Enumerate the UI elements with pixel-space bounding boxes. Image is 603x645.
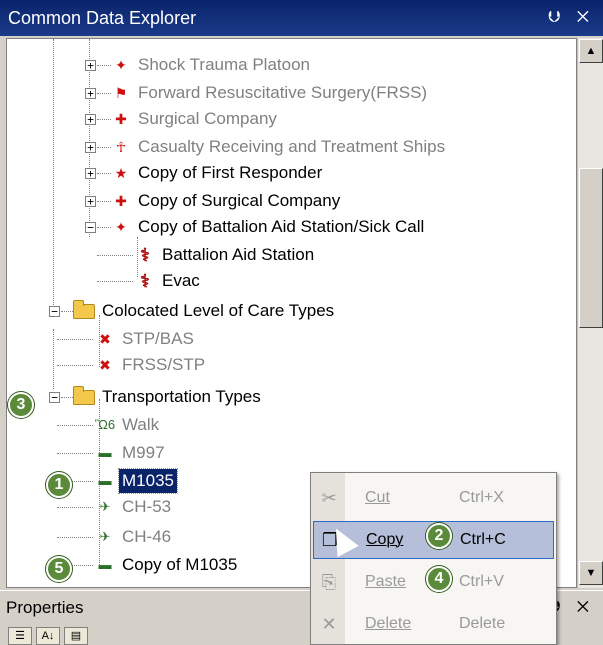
tree-node-label: Copy of Surgical Company: [138, 191, 341, 210]
helicopter-icon: ✈: [99, 529, 111, 544]
tree-node[interactable]: ⚕ Battalion Aid Station: [135, 243, 317, 267]
tree-node[interactable]: ▬ M1035: [95, 468, 178, 494]
expand-icon[interactable]: +: [85, 196, 96, 207]
tree-node[interactable]: Transportation Types: [73, 385, 264, 409]
caduceus-icon: ⚕: [140, 271, 150, 291]
menu-item-shortcut: Ctrl+X: [459, 489, 504, 506]
property-pages-icon[interactable]: ▤: [64, 627, 88, 645]
first-responder-icon: ★: [114, 165, 128, 181]
surgical-company-icon: ✚: [115, 111, 127, 127]
tree-node-label: M1035: [118, 468, 178, 494]
callout-5: 5: [46, 556, 72, 582]
surgical-company-icon: ✚: [115, 193, 127, 209]
tree-node[interactable]: ✚ Copy of Surgical Company: [111, 189, 343, 213]
context-menu: ✂ Cut Ctrl+X ❐ Copy Ctrl+C ⎘ Paste Ctrl+V ✕ Delete…: [310, 472, 557, 645]
tree-node-label: Evac: [162, 271, 200, 290]
alphabetical-icon[interactable]: A↓: [36, 627, 60, 645]
tree-node[interactable]: ✚ Surgical Company: [111, 107, 280, 131]
expand-icon[interactable]: +: [85, 114, 96, 125]
expand-icon[interactable]: +: [85, 142, 96, 153]
tree-node[interactable]: ✖ STP/BAS: [95, 327, 197, 351]
menu-item-shortcut: Delete: [459, 615, 506, 632]
tree-node[interactable]: ⚑ Forward Resuscitative Surgery(FRSS): [111, 81, 430, 105]
tree-node-label: Shock Trauma Platoon: [138, 55, 310, 74]
stp-bas-icon: ✖: [99, 331, 111, 347]
ambulance-icon: ▬: [98, 445, 112, 460]
ship-icon: ☥: [115, 139, 127, 155]
tree-node-label: CH-46: [122, 527, 172, 546]
tree-node-label: Colocated Level of Care Types: [102, 301, 335, 320]
expand-icon[interactable]: +: [85, 168, 96, 179]
helicopter-icon: ✈: [99, 499, 111, 514]
scroll-thumb[interactable]: [579, 168, 603, 328]
menu-item-label: Delete: [365, 615, 412, 632]
paste-icon: ⎘: [321, 571, 337, 592]
tree-node[interactable]: ✈ CH-53: [95, 495, 174, 519]
tree-node-label: Copy of M1035: [122, 555, 238, 574]
menu-item-shortcut: Ctrl+C: [460, 531, 506, 548]
frss-stp-icon: ✖: [99, 357, 111, 373]
collapse-icon[interactable]: −: [49, 306, 60, 317]
properties-title: Properties: [6, 598, 84, 617]
tree-node-label: M997: [122, 443, 165, 462]
scroll-up-icon[interactable]: ▲: [579, 39, 603, 63]
callout-1: 1: [46, 472, 72, 498]
tree-node-label: Battalion Aid Station: [162, 245, 315, 264]
frss-icon: ⚑: [114, 85, 128, 101]
vehicle-icon: ▬: [98, 557, 112, 572]
close-icon[interactable]: ✕: [577, 9, 595, 26]
tree-scrollbar[interactable]: ▲ ▼: [577, 38, 603, 588]
tree-node-label: Transportation Types: [102, 387, 261, 406]
callout-2: 2: [426, 523, 452, 549]
tree-node-label: Surgical Company: [138, 109, 277, 128]
tree-node[interactable]: ⚕ Evac: [135, 269, 203, 293]
tree-node-label: Copy of Battalion Aid Station/Sick Call: [138, 217, 425, 236]
tree-node[interactable]: ▬ M997: [95, 441, 168, 465]
tree-node[interactable]: ★ Copy of First Responder: [111, 161, 325, 185]
tree-node[interactable]: ✖ FRSS/STP: [95, 353, 208, 377]
tree-node[interactable]: ▬ Copy of M1035: [95, 553, 240, 577]
walk-icon: Ὣ6: [95, 417, 116, 432]
tree-node-label: STP/BAS: [122, 329, 194, 348]
pin-icon[interactable]: ⮋: [548, 9, 566, 26]
caduceus-icon: ⚕: [140, 245, 150, 265]
properties-close-icon[interactable]: ✕: [577, 599, 595, 616]
categorized-icon[interactable]: ☰: [8, 627, 32, 645]
shock-trauma-icon: ✦: [115, 57, 127, 73]
tree-node[interactable]: Colocated Level of Care Types: [73, 299, 337, 323]
callout-3: 3: [8, 392, 34, 418]
tree-node[interactable]: ✦ Copy of Battalion Aid Station/Sick Call: [111, 215, 427, 239]
tree-node-label: FRSS/STP: [122, 355, 206, 374]
tree-node-label: CH-53: [122, 497, 172, 516]
scroll-down-icon[interactable]: ▼: [579, 561, 603, 585]
callout-4: 4: [426, 566, 452, 592]
tree-node-label: Forward Resuscitative Surgery(FRSS): [138, 83, 428, 102]
tree-node[interactable]: ✦ Shock Trauma Platoon: [111, 53, 313, 77]
tree-node-label: Walk: [122, 415, 160, 434]
explorer-title: Common Data Explorer: [8, 8, 197, 28]
tree-node[interactable]: Ὣ6 Walk: [95, 413, 162, 437]
scissors-icon: ✂: [321, 487, 337, 508]
menu-item-delete[interactable]: ✕ Delete Delete: [313, 605, 554, 643]
tree-node[interactable]: ✈ CH-46: [95, 525, 174, 549]
collapse-icon[interactable]: −: [49, 392, 60, 403]
collapse-icon[interactable]: −: [85, 222, 96, 233]
tree-node[interactable]: ☥ Casualty Receiving and Treatment Ships: [111, 135, 448, 159]
folder-icon: [73, 385, 95, 405]
tree-node-label: Copy of First Responder: [138, 163, 323, 182]
tree-node-label: Casualty Receiving and Treatment Ships: [138, 137, 446, 156]
menu-item-label: Copy: [366, 531, 404, 548]
vehicle-icon: ▬: [98, 473, 112, 488]
expand-icon[interactable]: +: [85, 60, 96, 71]
aid-station-icon: ✦: [115, 219, 127, 235]
explorer-title-bar: Common Data Explorer ⮋ ✕: [0, 0, 603, 36]
menu-item-label: Paste: [365, 573, 406, 590]
delete-icon: ✕: [321, 613, 337, 634]
expand-icon[interactable]: +: [85, 88, 96, 99]
menu-item-label: Cut: [365, 489, 390, 506]
menu-item-cut[interactable]: ✂ Cut Ctrl+X: [313, 479, 554, 517]
folder-icon: [73, 299, 95, 319]
menu-item-shortcut: Ctrl+V: [459, 573, 504, 590]
